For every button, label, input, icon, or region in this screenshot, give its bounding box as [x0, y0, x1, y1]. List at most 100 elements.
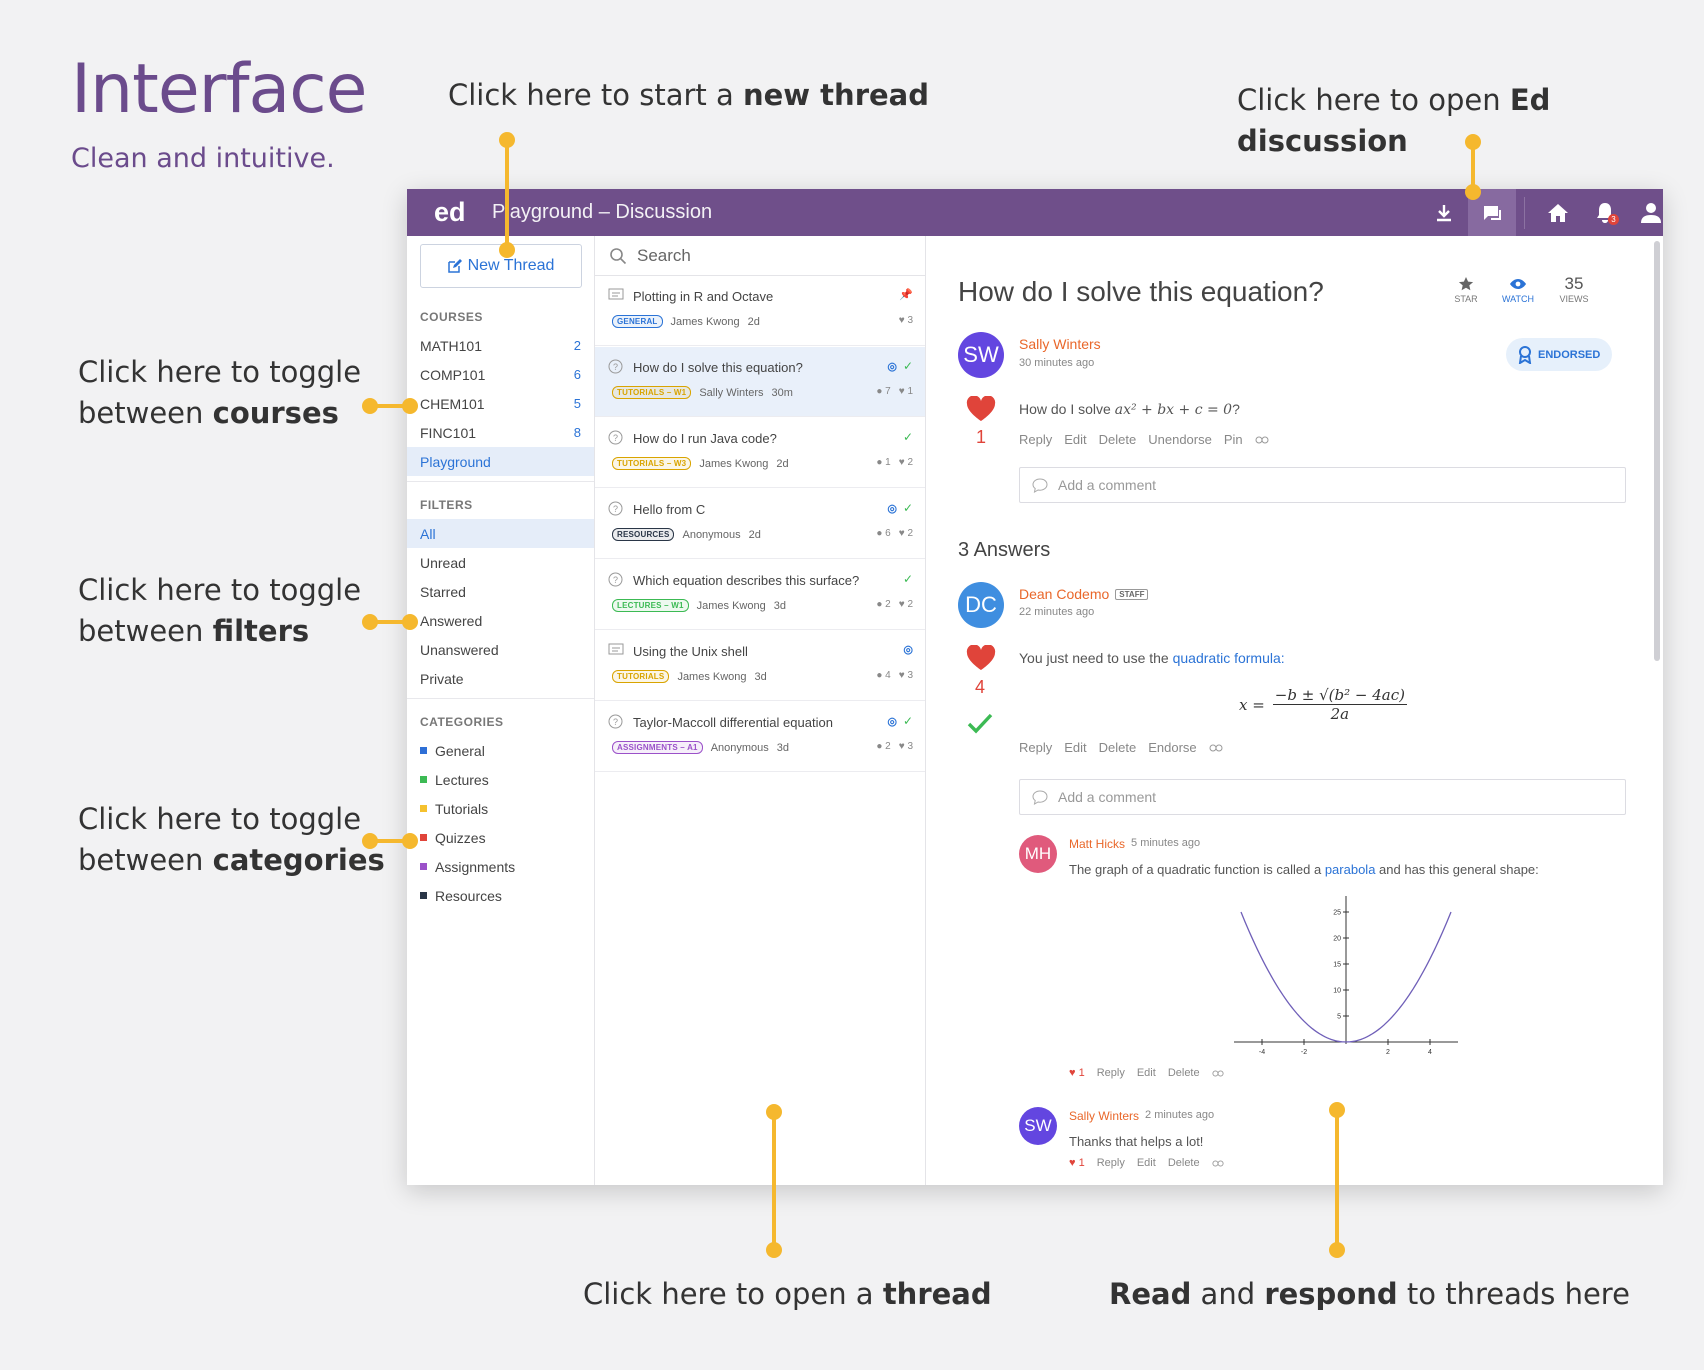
answer-author[interactable]: Dean Codemo — [1019, 586, 1109, 602]
search-input[interactable]: Search — [637, 246, 691, 266]
question-like-button[interactable] — [966, 395, 996, 427]
ribbon-icon — [1518, 345, 1532, 364]
reply-link[interactable]: Reply — [1097, 1067, 1125, 1079]
delete-link[interactable]: Delete — [1168, 1067, 1200, 1079]
connector-dot — [499, 132, 515, 148]
endorsed-icon: ◎ — [887, 360, 897, 373]
filter-private[interactable]: Private — [407, 664, 594, 693]
thread-type-icon: ? — [608, 430, 623, 450]
thread-author: James Kwong — [699, 457, 769, 470]
like-count: ♥ 2 — [898, 528, 913, 539]
plot-y-tick-label: 20 — [1333, 936, 1341, 943]
endorse-link[interactable]: Endorse — [1148, 740, 1196, 755]
delete-link[interactable]: Delete — [1168, 1157, 1200, 1169]
thread-list-item[interactable]: Plotting in R and Octave 📌 GENERAL James Kw… — [595, 276, 925, 346]
delete-link[interactable]: Delete — [1099, 432, 1137, 447]
avatar[interactable]: SW — [1019, 1107, 1057, 1145]
thread-author: Anonymous — [682, 528, 741, 541]
thread-time: 3d — [754, 670, 767, 683]
reply-link[interactable]: Reply — [1019, 740, 1052, 755]
category-assignments[interactable]: Assignments — [407, 852, 594, 881]
course-item-finc101[interactable]: FINC101 8 — [407, 418, 594, 447]
thread-type-icon — [608, 288, 624, 307]
category-color-dot — [420, 834, 427, 841]
pin-icon: 📌 — [899, 289, 913, 301]
unendorse-link[interactable]: Unendorse — [1148, 432, 1212, 447]
category-tutorials[interactable]: Tutorials — [407, 794, 594, 823]
delete-link[interactable]: Delete — [1099, 740, 1137, 755]
avatar[interactable]: DC — [958, 582, 1004, 628]
comment-like-button[interactable]: ♥ 1 — [1069, 1157, 1085, 1169]
connector-dot — [362, 614, 378, 630]
category-quizzes[interactable]: Quizzes — [407, 823, 594, 852]
thread-title: Which equation describes this surface? — [633, 573, 860, 588]
home-button[interactable] — [1534, 189, 1582, 236]
thread-list-item[interactable]: ? Which equation describes this surface? ✓… — [595, 560, 925, 630]
thread-list-item[interactable]: Using the Unix shell ◎ TUTORIALS James Kwon… — [595, 631, 925, 701]
filter-all[interactable]: All — [407, 519, 594, 548]
category-lectures[interactable]: Lectures — [407, 765, 594, 794]
pin-link[interactable]: Pin — [1224, 432, 1243, 447]
comment-like-button[interactable]: ♥ 1 — [1069, 1067, 1085, 1079]
filter-starred[interactable]: Starred — [407, 577, 594, 606]
course-item-chem101[interactable]: CHEM101 5 — [407, 389, 594, 418]
comment-count: ● 4 — [876, 670, 891, 681]
notifications-button[interactable]: 3 — [1581, 189, 1629, 236]
thread-flags: ✓ — [903, 430, 913, 444]
sidebar-divider — [407, 481, 594, 482]
edit-link[interactable]: Edit — [1137, 1067, 1156, 1079]
check-icon — [967, 713, 993, 734]
thread-title: Plotting in R and Octave — [633, 289, 774, 304]
filter-answered[interactable]: Answered — [407, 606, 594, 635]
scrollbar[interactable] — [1654, 241, 1660, 661]
top-bar-divider — [1524, 197, 1525, 229]
comment-count: ● 6 — [876, 528, 891, 539]
watch-button[interactable]: WATCH — [1498, 276, 1538, 304]
comment-author[interactable]: Matt Hicks — [1069, 837, 1125, 851]
connector-dot — [1465, 134, 1481, 150]
endorsed-icon: ◎ — [887, 502, 897, 515]
course-item-math101[interactable]: MATH101 2 — [407, 331, 594, 360]
avatar[interactable]: SW — [958, 332, 1004, 378]
thread-list-item[interactable]: ? How do I solve this equation? ◎ ✓ TUTORIAL… — [595, 347, 925, 417]
course-item-playground[interactable]: Playground — [407, 447, 594, 476]
question-author[interactable]: Sally Winters — [1019, 336, 1101, 352]
category-general[interactable]: General — [407, 736, 594, 765]
category-resources[interactable]: Resources — [407, 881, 594, 910]
edit-link[interactable]: Edit — [1137, 1157, 1156, 1169]
post-icon — [608, 643, 624, 655]
filter-unanswered[interactable]: Unanswered — [407, 635, 594, 664]
post-icon — [608, 288, 624, 300]
connector-line — [772, 1112, 776, 1250]
thread-meta: TUTORIALS – W3 James Kwong 2d — [612, 457, 789, 470]
thread-list-item[interactable]: ? Taylor-Maccoll differential equation ◎ ✓ A… — [595, 702, 925, 772]
edit-link[interactable]: Edit — [1064, 740, 1086, 755]
thread-meta: TUTORIALS – W1 Sally Winters 30m — [612, 386, 793, 399]
reply-link[interactable]: Reply — [1097, 1157, 1125, 1169]
thread-list-item[interactable]: ? Hello from C ◎ ✓ RESOURCES Anonymous 2d ● 6 ♥ … — [595, 489, 925, 559]
parabola-link[interactable]: parabola — [1325, 862, 1376, 877]
plot-y-tick-label: 5 — [1337, 1014, 1341, 1021]
course-item-comp101[interactable]: COMP101 6 — [407, 360, 594, 389]
endorsed-badge: ENDORSED — [1506, 338, 1613, 371]
filter-unread[interactable]: Unread — [407, 548, 594, 577]
callout-open-thread: Click here to open a thread — [583, 1277, 992, 1311]
accepted-answer-mark[interactable] — [967, 712, 993, 739]
reply-link[interactable]: Reply — [1019, 432, 1052, 447]
connector-dot — [766, 1104, 782, 1120]
quadratic-formula-link[interactable]: quadratic formula: — [1173, 650, 1285, 666]
star-button[interactable]: STAR — [1451, 276, 1481, 304]
thread-time: 30m — [771, 386, 793, 399]
thread-list-item[interactable]: ? How do I run Java code? ✓ TUTORIALS – W3 J… — [595, 418, 925, 488]
ed-logo[interactable]: ed — [434, 197, 466, 228]
answer-like-button[interactable] — [966, 644, 996, 676]
comment-author[interactable]: Sally Winters — [1069, 1109, 1139, 1123]
search-bar[interactable]: Search — [595, 236, 925, 276]
download-button[interactable] — [1420, 189, 1468, 236]
like-count: ♥ 3 — [898, 315, 913, 326]
profile-button[interactable] — [1627, 189, 1675, 236]
answer-comment-input[interactable]: Add a comment — [1019, 779, 1626, 815]
edit-link[interactable]: Edit — [1064, 432, 1086, 447]
avatar[interactable]: MH — [1019, 835, 1057, 873]
question-comment-input[interactable]: Add a comment — [1019, 467, 1626, 503]
